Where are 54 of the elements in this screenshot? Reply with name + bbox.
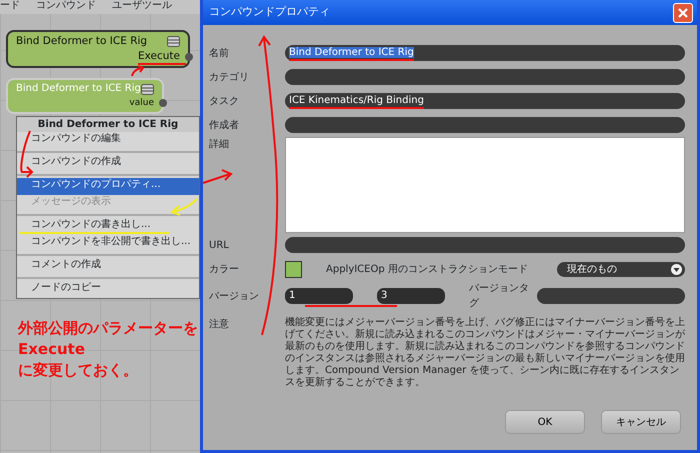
node-menu-icon[interactable] [167, 36, 180, 47]
mode-label: ApplyICEOp 用のコンストラクションモード [326, 262, 529, 276]
field-label: カテゴリ [209, 70, 250, 84]
menu-item[interactable]: ユーザツール [112, 0, 172, 14]
minor-version-field[interactable]: 3 [377, 288, 445, 304]
menu-item[interactable]: ード [0, 0, 20, 14]
field-label: 詳細 [209, 138, 230, 152]
port-label: value [129, 98, 154, 108]
port-label: Execute [138, 50, 180, 62]
menu-item[interactable]: コンパウンドの書き出し... [17, 218, 199, 235]
arrow-mark [202, 168, 232, 184]
field-label: 名前 [209, 46, 230, 60]
menu-header: Bind Deformer to ICE Rig [17, 117, 199, 132]
node-title: Bind Deformer to ICE Rig [16, 82, 141, 96]
major-version-field[interactable]: 1 [285, 288, 353, 304]
close-button[interactable] [673, 2, 693, 22]
arrow-mark [170, 198, 198, 216]
input-field[interactable]: Bind Deformer to ICE Rig [285, 45, 685, 61]
field-label: URL [209, 238, 230, 252]
graph-node[interactable]: Bind Deformer to ICE Rig value [6, 78, 164, 114]
port-dot[interactable] [159, 99, 167, 107]
node-menu-icon[interactable] [141, 84, 154, 94]
field-label: 作成者 [209, 118, 240, 132]
field-label: タスク [209, 94, 240, 108]
ok-button[interactable]: OK [505, 410, 585, 434]
menu-item[interactable]: ノードのコピー [17, 281, 199, 298]
close-icon [677, 6, 689, 18]
menu-item[interactable]: コンパウンドの作成 [17, 155, 199, 172]
field-label: 注意 [209, 318, 230, 332]
input-field[interactable] [285, 117, 685, 133]
input-field[interactable] [285, 237, 685, 253]
description-field[interactable] [285, 137, 685, 233]
underline-mark [138, 63, 186, 65]
tag-label: バージョンタグ [469, 282, 530, 311]
color-swatch[interactable] [285, 260, 302, 278]
menu-item[interactable]: コンパウンドを非公開で書き出し... [17, 235, 199, 252]
menu-item[interactable]: コメントの作成 [17, 258, 199, 275]
menu-item[interactable]: コンパウンド [36, 0, 96, 14]
cancel-button[interactable]: キャンセル [601, 410, 681, 434]
input-field[interactable]: ICE Kinematics/Rig Binding [285, 93, 685, 109]
field-label: バージョン [209, 290, 260, 304]
input-field[interactable] [285, 69, 685, 85]
port-dot[interactable] [185, 53, 193, 61]
annotation-note: 外部公開のパラメーターを Execute に変更しておく。 [18, 318, 198, 381]
field-label: カラー [209, 262, 240, 276]
window-title: コンパウンドプロパティ [209, 4, 330, 20]
menu-item[interactable]: コンパウンドのプロパティ... [17, 178, 199, 195]
graph-node[interactable]: Bind Deformer to ICE Rig Execute [6, 30, 190, 68]
node-title: Bind Deformer to ICE Rig [16, 34, 148, 49]
menu-item[interactable]: コンパウンドの編集 [17, 132, 199, 149]
arrow-mark [130, 66, 146, 76]
mode-dropdown[interactable]: 現在のもの [557, 262, 685, 276]
note-text: 機能変更にはメジャーバージョン番号を上げ、バグ修正にはマイナーバージョン番号を上げてください。新規に読み込まれるこのコンパウンドはメジャー・マイナーバージョンが最新のものを使用します。新規に読み込まれるこのコンパウンドを参照するコンパウンドのインスタンスは参照されるメジャーバージョンの最も新しいマイナーバージョンを使用します。Compound Version Manager を使って、シーン内に既に存在するインスタンスを更新することができます。 [285, 317, 685, 389]
tag-field[interactable] [537, 288, 685, 304]
